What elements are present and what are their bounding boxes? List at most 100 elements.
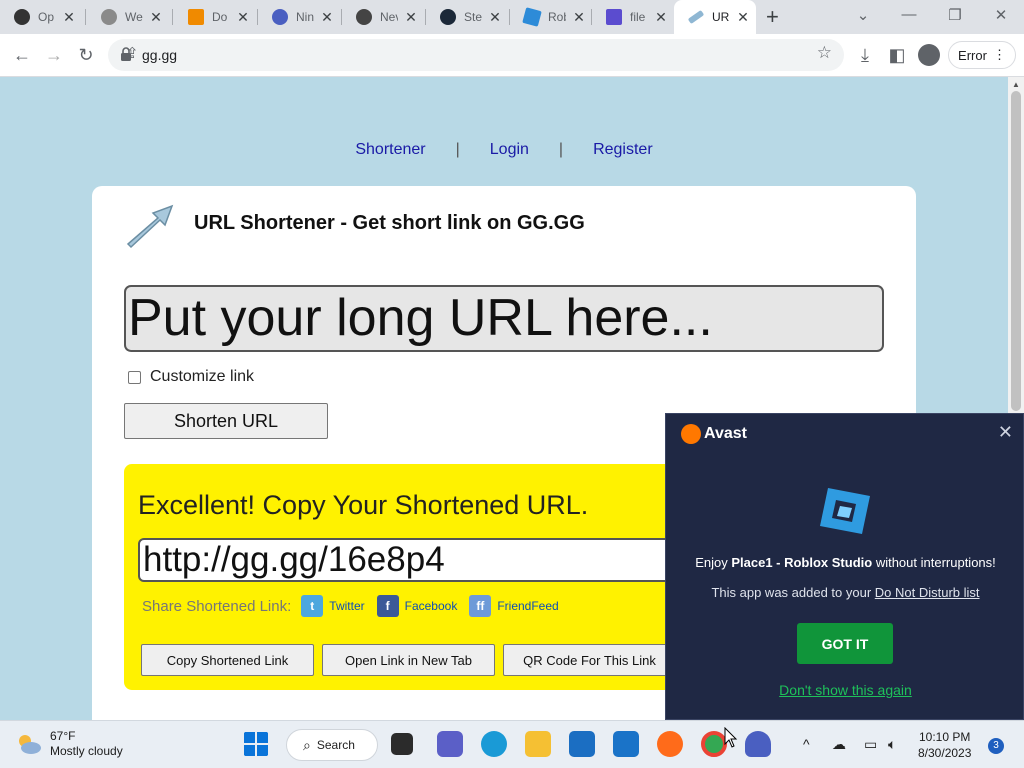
friendfeed-icon[interactable]: ff [469, 595, 492, 617]
share-icon[interactable]: ⇪ [126, 44, 804, 62]
do-not-disturb-link[interactable]: Do Not Disturb list [875, 585, 980, 600]
tab-2[interactable]: Wel ✕ [87, 0, 173, 34]
nav-shortener-link[interactable]: Shortener [355, 141, 425, 158]
network-icon[interactable]: ▭ [864, 736, 877, 753]
avast-brand-name: Avast [704, 425, 747, 442]
minimize-icon[interactable]: — [898, 6, 920, 23]
close-icon[interactable]: ✕ [404, 10, 418, 24]
bookmark-star-icon[interactable]: ☆ [817, 43, 832, 63]
tab-url-shortener[interactable]: URL ✕ [674, 0, 756, 34]
tab-7[interactable]: Rob ✕ [510, 0, 592, 34]
firefox-icon[interactable] [657, 731, 683, 757]
cloud-icon [19, 735, 41, 754]
chevron-up-icon[interactable]: ^ [803, 736, 810, 752]
tab-title: Do [212, 10, 228, 24]
mail-icon[interactable] [613, 731, 639, 757]
got-it-button[interactable]: GOT IT [797, 623, 893, 664]
tab-divider [172, 9, 173, 25]
windows-start-icon[interactable] [243, 731, 269, 757]
message-prefix: Enjoy [695, 555, 732, 570]
nav-register-link[interactable]: Register [593, 141, 653, 158]
profile-error-button[interactable]: Error ⋮ [948, 41, 1016, 69]
ninja-app-icon[interactable] [745, 731, 771, 757]
share-friendfeed-link[interactable]: FriendFeed [497, 599, 558, 613]
message-suffix: without interruptions! [872, 555, 996, 570]
scroll-thumb[interactable] [1011, 91, 1021, 411]
avast-message-line1: Enjoy Place1 - Roblox Studio without int… [666, 555, 1024, 570]
shorten-url-button[interactable]: Shorten URL [124, 403, 328, 439]
twitter-icon[interactable]: t [301, 595, 324, 617]
teams-chat-icon[interactable] [437, 731, 463, 757]
dont-show-again-link[interactable]: Don't show this again [666, 682, 1024, 698]
tab-title: Rob [548, 10, 566, 24]
tab-strip: Op ✕ Wel ✕ Do ✕ Nin ✕ Nev ✕ Ste ✕ Rob ✕ [0, 0, 1024, 34]
mouse-cursor-icon [724, 727, 738, 748]
window-close-icon[interactable]: ✕ [990, 6, 1012, 24]
tab-3[interactable]: Do ✕ [174, 0, 258, 34]
close-icon[interactable]: ✕ [654, 10, 668, 24]
tab-4[interactable]: Nin ✕ [258, 0, 342, 34]
open-in-new-tab-button[interactable]: Open Link in New Tab [322, 644, 495, 676]
taskbar: 67°F Mostly cloudy ⌕ Search ^ ☁ ▭ 🔈︎ 10:… [0, 720, 1024, 768]
reload-icon[interactable]: ↻ [74, 43, 98, 67]
ninja-icon [272, 9, 288, 25]
weather-widget[interactable]: 67°F Mostly cloudy [16, 729, 123, 759]
forward-icon[interactable]: → [42, 43, 66, 67]
tab-title: file [630, 10, 646, 24]
profile-avatar[interactable] [918, 44, 940, 66]
more-menu-icon: ⋮ [992, 47, 1006, 62]
steam-icon [440, 9, 456, 25]
cloud-sync-icon[interactable]: ☁ [832, 736, 846, 753]
volume-icon[interactable]: 🔈︎ [888, 736, 896, 753]
notification-badge[interactable]: 3 [988, 738, 1004, 754]
arrow-icon [687, 9, 705, 25]
page-title: URL Shortener - Get short link on GG.GG [194, 212, 585, 234]
close-icon[interactable]: ✕ [736, 10, 750, 24]
chevron-down-icon[interactable]: ⌄ [852, 6, 874, 24]
scroll-up-icon[interactable]: ▲ [1012, 80, 1020, 89]
vlc-icon [188, 9, 204, 25]
clock[interactable]: 10:10 PM 8/30/2023 [918, 729, 971, 761]
share-facebook-link[interactable]: Facebook [405, 599, 458, 613]
new-tab-icon[interactable]: + [766, 6, 779, 28]
tab-6[interactable]: Ste ✕ [426, 0, 510, 34]
tab-8[interactable]: file ✕ [592, 0, 674, 34]
weather-temp: 67°F [50, 729, 76, 743]
task-view-icon[interactable] [391, 733, 413, 755]
close-icon[interactable]: ✕ [62, 10, 76, 24]
search-label: Search [316, 738, 355, 752]
copy-shortened-link-button[interactable]: Copy Shortened Link [141, 644, 314, 676]
facebook-icon[interactable]: f [376, 595, 399, 617]
tab-divider [85, 9, 86, 25]
avast-message-line2: This app was added to your Do Not Distur… [666, 585, 1024, 600]
tab-5[interactable]: Nev ✕ [342, 0, 426, 34]
file-explorer-icon[interactable] [525, 731, 551, 757]
restore-icon[interactable]: ❐ [944, 6, 966, 24]
close-icon[interactable]: ✕ [149, 10, 163, 24]
customize-link-option[interactable]: Customize link [128, 368, 254, 386]
store-icon[interactable] [569, 731, 595, 757]
nav-login-link[interactable]: Login [490, 141, 529, 158]
back-icon[interactable]: ← [10, 43, 34, 67]
edge-icon[interactable] [481, 731, 507, 757]
address-bar[interactable]: gg.gg ⇪ ☆ [108, 39, 844, 71]
browser-toolbar: ← → ↻ gg.gg ⇪ ☆ ⤓ ◧ Error ⋮ [0, 34, 1024, 77]
tab-title: Op [38, 10, 55, 24]
obs-icon [14, 9, 30, 25]
search-icon: ⌕ [303, 736, 311, 753]
taskbar-search[interactable]: ⌕ Search [286, 729, 378, 761]
close-icon[interactable]: ✕ [998, 422, 1013, 443]
share-twitter-link[interactable]: Twitter [329, 599, 364, 613]
close-icon[interactable]: ✕ [572, 10, 586, 24]
qr-code-button[interactable]: QR Code For This Link [503, 644, 676, 676]
tab-1[interactable]: Op ✕ [0, 0, 86, 34]
customize-checkbox[interactable] [128, 370, 141, 384]
time: 10:10 PM [919, 730, 971, 744]
download-icon[interactable]: ⤓ [853, 43, 877, 67]
close-icon[interactable]: ✕ [236, 10, 250, 24]
close-icon[interactable]: ✕ [320, 10, 334, 24]
long-url-input[interactable]: Put your long URL here... [124, 285, 884, 352]
weather-text: 67°F Mostly cloudy [50, 729, 123, 759]
close-icon[interactable]: ✕ [488, 10, 502, 24]
side-panel-icon[interactable]: ◧ [885, 43, 909, 67]
